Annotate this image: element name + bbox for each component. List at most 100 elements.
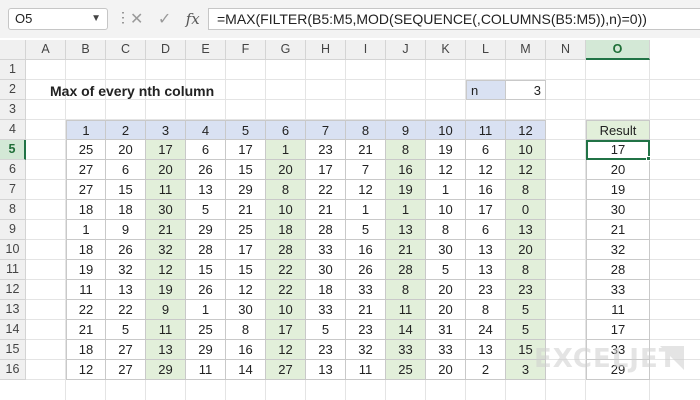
data-cell[interactable]: 21 <box>226 200 266 220</box>
result-header[interactable]: Result <box>586 120 650 140</box>
data-cell[interactable]: 28 <box>386 260 426 280</box>
data-cell[interactable]: 26 <box>186 160 226 180</box>
data-cell[interactable]: 17 <box>306 160 346 180</box>
data-cell[interactable]: 22 <box>266 280 306 300</box>
more-options-icon[interactable]: ⋮ <box>116 8 130 30</box>
data-cell[interactable]: 6 <box>466 140 506 160</box>
data-cell[interactable]: 22 <box>266 260 306 280</box>
data-cell[interactable]: 30 <box>146 200 186 220</box>
data-cell[interactable]: 5 <box>346 220 386 240</box>
row-header-1[interactable]: 1 <box>0 60 26 80</box>
data-cell[interactable]: 5 <box>506 300 546 320</box>
data-cell[interactable]: 19 <box>386 180 426 200</box>
data-cell[interactable]: 17 <box>266 320 306 340</box>
row-header-12[interactable]: 12 <box>0 280 26 300</box>
data-cell[interactable]: 24 <box>466 320 506 340</box>
data-cell[interactable]: 13 <box>106 280 146 300</box>
data-cell[interactable]: 1 <box>66 220 106 240</box>
row-header-13[interactable]: 13 <box>0 300 26 320</box>
data-cell[interactable]: 5 <box>106 320 146 340</box>
data-cell[interactable]: 22 <box>106 300 146 320</box>
data-cell[interactable]: 11 <box>186 360 226 380</box>
data-cell[interactable]: 16 <box>386 160 426 180</box>
row-header-10[interactable]: 10 <box>0 240 26 260</box>
data-cell[interactable]: 23 <box>306 340 346 360</box>
column-number-header[interactable]: 8 <box>346 120 386 140</box>
data-cell[interactable]: 13 <box>466 340 506 360</box>
column-header-h[interactable]: H <box>306 40 346 60</box>
data-cell[interactable]: 20 <box>426 360 466 380</box>
column-number-header[interactable]: 4 <box>186 120 226 140</box>
data-cell[interactable]: 33 <box>306 300 346 320</box>
data-cell[interactable]: 33 <box>346 280 386 300</box>
column-number-header[interactable]: 1 <box>66 120 106 140</box>
column-number-header[interactable]: 12 <box>506 120 546 140</box>
data-cell[interactable]: 22 <box>306 180 346 200</box>
column-header-e[interactable]: E <box>186 40 226 60</box>
data-cell[interactable]: 20 <box>266 160 306 180</box>
data-cell[interactable]: 13 <box>466 260 506 280</box>
row-header-3[interactable]: 3 <box>0 100 26 120</box>
data-cell[interactable]: 21 <box>346 300 386 320</box>
column-header-n[interactable]: N <box>546 40 586 60</box>
row-header-11[interactable]: 11 <box>0 260 26 280</box>
result-cell[interactable]: 11 <box>586 300 650 320</box>
data-cell[interactable]: 29 <box>186 220 226 240</box>
data-cell[interactable]: 5 <box>186 200 226 220</box>
data-cell[interactable]: 5 <box>506 320 546 340</box>
column-number-header[interactable]: 3 <box>146 120 186 140</box>
column-header-c[interactable]: C <box>106 40 146 60</box>
data-cell[interactable]: 12 <box>266 340 306 360</box>
data-cell[interactable]: 20 <box>426 300 466 320</box>
row-header-15[interactable]: 15 <box>0 340 26 360</box>
row-header-9[interactable]: 9 <box>0 220 26 240</box>
selected-result-cell[interactable]: 17 <box>586 140 650 160</box>
data-cell[interactable]: 28 <box>186 240 226 260</box>
data-cell[interactable]: 21 <box>306 200 346 220</box>
data-cell[interactable]: 8 <box>266 180 306 200</box>
data-cell[interactable]: 10 <box>426 200 466 220</box>
data-cell[interactable]: 29 <box>146 360 186 380</box>
data-cell[interactable]: 10 <box>506 140 546 160</box>
column-number-header[interactable]: 6 <box>266 120 306 140</box>
column-header-i[interactable]: I <box>346 40 386 60</box>
data-cell[interactable]: 12 <box>146 260 186 280</box>
data-cell[interactable]: 32 <box>346 340 386 360</box>
row-header-5[interactable]: 5 <box>0 140 26 160</box>
data-cell[interactable]: 14 <box>226 360 266 380</box>
column-number-header[interactable]: 11 <box>466 120 506 140</box>
data-cell[interactable]: 27 <box>106 360 146 380</box>
row-header-8[interactable]: 8 <box>0 200 26 220</box>
column-number-header[interactable]: 10 <box>426 120 466 140</box>
column-header-g[interactable]: G <box>266 40 306 60</box>
data-cell[interactable]: 28 <box>266 240 306 260</box>
data-cell[interactable]: 2 <box>466 360 506 380</box>
data-cell[interactable]: 13 <box>506 220 546 240</box>
data-cell[interactable]: 29 <box>226 180 266 200</box>
data-cell[interactable]: 1 <box>426 180 466 200</box>
column-number-header[interactable]: 9 <box>386 120 426 140</box>
data-cell[interactable]: 26 <box>186 280 226 300</box>
result-cell[interactable]: 17 <box>586 320 650 340</box>
data-cell[interactable]: 15 <box>186 260 226 280</box>
data-cell[interactable]: 17 <box>146 140 186 160</box>
formula-input[interactable]: =MAX(FILTER(B5:M5,MOD(SEQUENCE(,COLUMNS(… <box>208 8 700 30</box>
data-cell[interactable]: 8 <box>506 260 546 280</box>
data-cell[interactable]: 16 <box>346 240 386 260</box>
row-header-7[interactable]: 7 <box>0 180 26 200</box>
data-cell[interactable]: 8 <box>226 320 266 340</box>
data-cell[interactable]: 22 <box>66 300 106 320</box>
data-cell[interactable]: 19 <box>146 280 186 300</box>
data-cell[interactable]: 18 <box>66 240 106 260</box>
data-cell[interactable]: 8 <box>386 140 426 160</box>
data-cell[interactable]: 11 <box>66 280 106 300</box>
data-cell[interactable]: 16 <box>226 340 266 360</box>
data-cell[interactable]: 11 <box>346 360 386 380</box>
data-cell[interactable]: 21 <box>146 220 186 240</box>
data-cell[interactable]: 25 <box>66 140 106 160</box>
data-cell[interactable]: 17 <box>226 140 266 160</box>
data-cell[interactable]: 8 <box>466 300 506 320</box>
row-header-2[interactable]: 2 <box>0 80 26 100</box>
data-cell[interactable]: 23 <box>466 280 506 300</box>
data-cell[interactable]: 15 <box>226 260 266 280</box>
